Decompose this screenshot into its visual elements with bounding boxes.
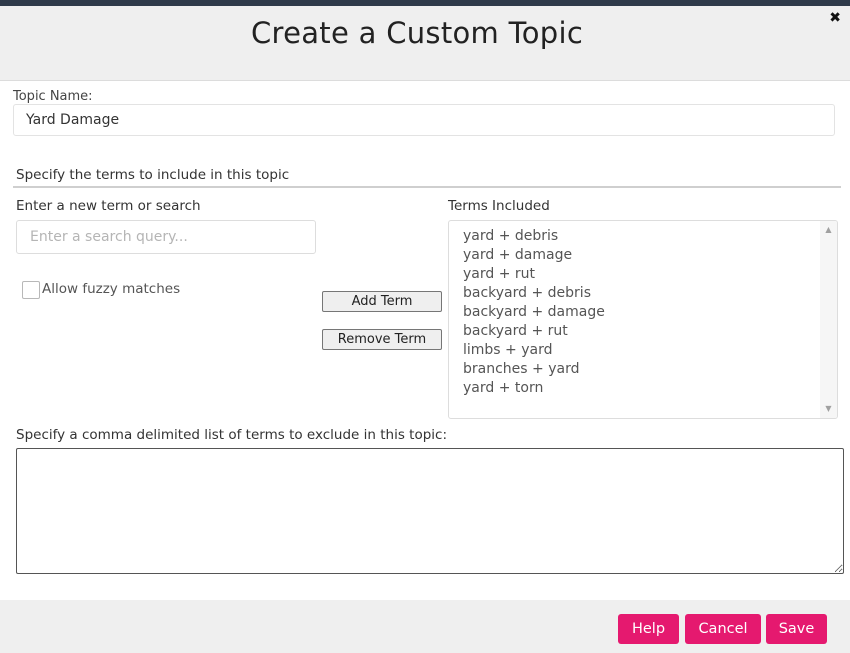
- save-button[interactable]: Save: [766, 614, 827, 644]
- terms-listbox[interactable]: yard + debris yard + damage yard + rut b…: [448, 220, 838, 419]
- topic-name-input[interactable]: Yard Damage: [13, 104, 835, 136]
- search-input[interactable]: [16, 220, 316, 254]
- list-item[interactable]: backyard + debris: [463, 284, 605, 303]
- fuzzy-match-checkbox[interactable]: [22, 281, 40, 299]
- exclude-terms-label: Specify a comma delimited list of terms …: [16, 427, 447, 443]
- list-item[interactable]: backyard + damage: [463, 303, 605, 322]
- list-item[interactable]: yard + torn: [463, 379, 605, 398]
- fuzzy-match-label[interactable]: Allow fuzzy matches: [42, 281, 180, 297]
- section-divider: [13, 186, 841, 188]
- cancel-button[interactable]: Cancel: [685, 614, 761, 644]
- terms-scrollbar[interactable]: ▲ ▼: [820, 221, 837, 418]
- topic-name-label: Topic Name:: [13, 89, 93, 104]
- list-item[interactable]: yard + damage: [463, 246, 605, 265]
- include-terms-heading: Specify the terms to include in this top…: [16, 167, 290, 183]
- dialog-footer: Help Cancel Save: [0, 600, 850, 653]
- search-label: Enter a new term or search: [16, 198, 201, 214]
- terms-list: yard + debris yard + damage yard + rut b…: [463, 227, 605, 398]
- list-item[interactable]: backyard + rut: [463, 322, 605, 341]
- list-item[interactable]: yard + rut: [463, 265, 605, 284]
- scroll-down-arrow-icon[interactable]: ▼: [820, 402, 837, 416]
- terms-included-label: Terms Included: [448, 198, 550, 214]
- dialog-title: Create a Custom Topic: [250, 16, 584, 50]
- list-item[interactable]: yard + debris: [463, 227, 605, 246]
- help-button[interactable]: Help: [618, 614, 679, 644]
- exclude-terms-textarea[interactable]: [16, 448, 844, 574]
- remove-term-button[interactable]: Remove Term: [322, 329, 442, 350]
- dialog-header: Create a Custom Topic ✖: [0, 6, 850, 81]
- list-item[interactable]: branches + yard: [463, 360, 605, 379]
- close-icon[interactable]: ✖: [829, 11, 841, 25]
- list-item[interactable]: limbs + yard: [463, 341, 605, 360]
- add-term-button[interactable]: Add Term: [322, 291, 442, 312]
- scroll-up-arrow-icon[interactable]: ▲: [820, 223, 837, 237]
